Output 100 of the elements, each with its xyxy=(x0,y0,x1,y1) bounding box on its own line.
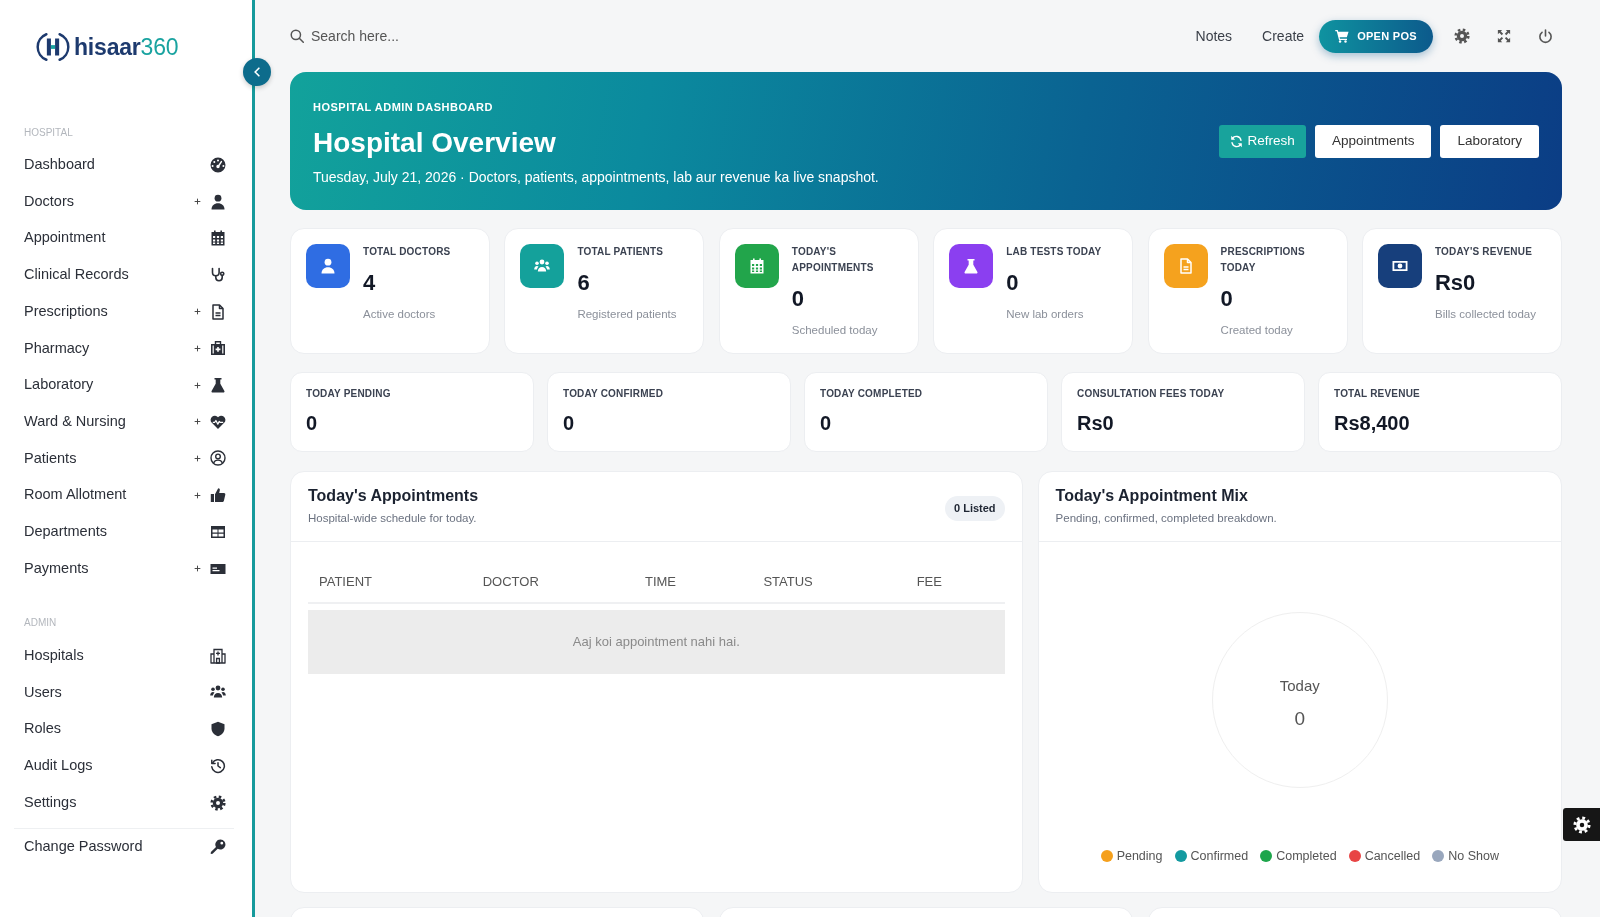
stat-note: Active doctors xyxy=(363,307,436,321)
heart-pulse-icon xyxy=(210,413,226,430)
legend-label: No Show xyxy=(1448,848,1499,864)
search-icon xyxy=(290,29,304,43)
user-circle-icon xyxy=(210,450,226,467)
stat-value: 0 xyxy=(791,286,805,312)
stat-value: 6 xyxy=(577,270,590,296)
stat-label: TOTAL PATIENTS xyxy=(577,245,664,259)
sidebar-section-label: ADMIN xyxy=(24,615,57,630)
thumbs-up-icon xyxy=(210,487,226,504)
summary-label: CONSULTATION FEES TODAY xyxy=(1077,387,1225,400)
sidebar-item[interactable]: Clinical Records xyxy=(24,256,226,294)
pos-button[interactable]: OPEN POS xyxy=(1319,19,1433,53)
summary-value: Rs0 xyxy=(1077,411,1114,435)
sidebar-item[interactable]: Doctors xyxy=(24,183,226,220)
sidebar-item[interactable]: Dashboard xyxy=(24,146,226,184)
sidebar-item[interactable]: Hospitals xyxy=(24,637,226,675)
brand-logo-text: hisaar360 xyxy=(74,33,179,62)
table-header-cell: DOCTOR xyxy=(471,561,634,603)
stat-value: Rs0 xyxy=(1435,270,1476,296)
empty-table-message: Aaj koi appointment nahi hai. xyxy=(308,610,1005,674)
shield-icon xyxy=(210,721,226,738)
stethoscope-icon xyxy=(210,267,226,283)
stat-note: Scheduled today xyxy=(791,323,878,337)
chart-center-value: 0 xyxy=(1294,708,1306,730)
logo-icon xyxy=(35,30,71,64)
summary-label: TODAY COMPLETED xyxy=(820,387,923,400)
sidebar-section-label: HOSPITAL xyxy=(24,126,73,140)
stat-label: TODAY'S APPOINTMENTS xyxy=(791,245,875,275)
search-field[interactable]: Search here... xyxy=(311,25,551,47)
stat-note: New lab orders xyxy=(1006,307,1084,321)
stat-label: LAB TESTS TODAY xyxy=(1006,245,1102,259)
sidebar-item[interactable]: Pharmacy xyxy=(24,330,226,367)
summary-value: 0 xyxy=(563,411,575,435)
document-icon xyxy=(210,303,226,320)
collapse-button[interactable] xyxy=(243,58,271,86)
stat-value: 0 xyxy=(1006,270,1019,296)
sidebar-item[interactable]: Prescriptions xyxy=(24,293,226,331)
sidebar-item[interactable]: Settings xyxy=(24,784,226,821)
sidebar-item[interactable]: Audit Logs xyxy=(24,747,226,785)
summary-value: Rs8,400 xyxy=(1334,411,1410,435)
stat-note: Registered patients xyxy=(577,307,677,321)
stat-label: PRESCRIPTIONS TODAY xyxy=(1220,245,1306,275)
count-badge: 0 Listed xyxy=(945,496,1005,521)
hospital-icon xyxy=(210,647,226,664)
banner-subtitle: Tuesday, July 21, 2026 · Doctors, patients, appointments, lab aur revenue ka live snapshot. xyxy=(313,168,879,187)
person-icon xyxy=(210,193,226,210)
table-header-cell: FEE xyxy=(905,561,1005,603)
sidebar-item[interactable]: Patients xyxy=(24,440,226,477)
topbar-link[interactable]: Notes xyxy=(1195,25,1233,47)
legend-label: Cancelled xyxy=(1364,848,1421,864)
expand-icon[interactable] xyxy=(1497,29,1511,43)
action-button[interactable]: Laboratory xyxy=(1440,125,1539,158)
refresh-icon xyxy=(1229,135,1243,148)
stat-note: Bills collected today xyxy=(1435,307,1536,321)
summary-value: 0 xyxy=(306,411,318,435)
page-title: Hospital Overview xyxy=(313,126,556,160)
power-icon[interactable] xyxy=(1538,28,1553,44)
panel-subtitle: Pending, confirmed, completed breakdown. xyxy=(1055,511,1277,526)
table-header-cell: TIME xyxy=(634,561,753,603)
summary-label: TODAY CONFIRMED xyxy=(563,387,664,400)
settings-icon[interactable] xyxy=(1454,28,1470,44)
action-button[interactable]: Appointments xyxy=(1314,125,1432,158)
stat-value: 4 xyxy=(363,270,376,296)
stat-label: TODAY'S REVENUE xyxy=(1435,245,1533,259)
summary-value: 0 xyxy=(820,411,832,435)
sidebar-item[interactable]: Payments xyxy=(24,550,226,587)
gauge-icon xyxy=(210,156,226,173)
chevron-left-icon xyxy=(251,66,263,78)
settings-icon xyxy=(210,794,226,811)
table-header-cell: STATUS xyxy=(752,561,906,603)
settings-icon xyxy=(1572,815,1591,834)
table-header-cell: PATIENT xyxy=(308,561,472,603)
sidebar-item[interactable]: Users xyxy=(24,674,226,711)
sidebar-item[interactable]: Ward & Nursing xyxy=(24,403,226,441)
sidebar-item[interactable]: Departments xyxy=(24,513,226,551)
sidebar-item[interactable]: Roles xyxy=(24,710,226,748)
table-icon xyxy=(210,523,226,540)
settings-button[interactable] xyxy=(1563,808,1600,841)
legend-label: Completed xyxy=(1276,848,1337,864)
sidebar-item[interactable]: Room Allotment xyxy=(24,476,226,514)
panel-subtitle: Hospital-wide schedule for today. xyxy=(308,511,477,526)
legend-label: Pending xyxy=(1116,848,1163,864)
stat-label: TOTAL DOCTORS xyxy=(363,245,451,259)
history-icon xyxy=(210,757,226,774)
summary-label: TOTAL REVENUE xyxy=(1334,387,1420,400)
sidebar-item[interactable]: Laboratory xyxy=(24,366,226,404)
summary-label: TODAY PENDING xyxy=(306,387,391,400)
flask-icon xyxy=(210,377,226,394)
sidebar-item[interactable]: Appointment xyxy=(24,219,226,257)
panel-title: Today's Appointments xyxy=(308,486,479,506)
topbar-link[interactable]: Create xyxy=(1262,25,1305,47)
panel-title: Today's Appointment Mix xyxy=(1055,486,1248,506)
users-icon xyxy=(210,684,226,701)
chart-center-label: Today xyxy=(1279,677,1320,695)
stat-value: 0 xyxy=(1220,286,1233,312)
stat-note: Created today xyxy=(1220,323,1293,337)
sidebar-item[interactable]: Change Password xyxy=(24,828,226,866)
eyebrow-label: HOSPITAL ADMIN DASHBOARD xyxy=(313,101,493,114)
medical-kit-icon xyxy=(210,340,226,357)
